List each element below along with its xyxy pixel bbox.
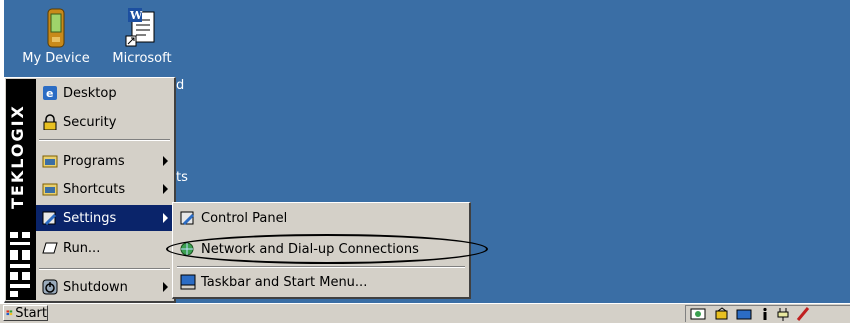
menu-item-label: Desktop <box>63 85 117 101</box>
pen-icon[interactable] <box>796 307 810 321</box>
submenu-arrow-icon <box>163 156 168 166</box>
submenu-item-taskbar-start-menu[interactable]: Taskbar and Start Menu... <box>173 269 469 295</box>
menu-item-label: Shortcuts <box>63 181 126 197</box>
control-panel-icon <box>179 209 197 227</box>
start-label: Start <box>15 305 47 321</box>
power-icon[interactable] <box>776 307 790 321</box>
highlight-ellipse <box>166 234 488 264</box>
battery-icon[interactable] <box>714 307 730 321</box>
menu-item-shortcuts[interactable]: Shortcuts <box>5 176 174 202</box>
submenu-item-label: Control Panel <box>201 210 288 226</box>
system-tray <box>685 305 850 322</box>
menu-item-label: Shutdown <box>63 279 128 295</box>
word-document-icon: W <box>125 8 155 47</box>
menu-separator <box>177 266 465 268</box>
microsoft-label: Microsoft <box>112 51 172 66</box>
menu-separator <box>39 268 170 270</box>
start-button[interactable]: Start <box>3 305 48 321</box>
windows-flag-icon <box>6 310 13 316</box>
network-tray-icon[interactable] <box>690 307 708 321</box>
submenu-item-control-panel[interactable]: Control Panel <box>173 205 469 231</box>
obscured-desktop-text: d <box>176 78 185 93</box>
menu-item-security[interactable]: Security <box>5 109 174 135</box>
desktop-icon: e <box>41 84 59 102</box>
taskbar-icon <box>179 273 197 291</box>
display-icon[interactable] <box>736 307 754 321</box>
submenu-arrow-icon <box>163 282 168 292</box>
microsoft-word-shortcut[interactable]: W Microsoft <box>102 8 182 66</box>
svg-text:W: W <box>129 9 143 22</box>
shutdown-icon <box>41 278 59 296</box>
menu-item-settings[interactable]: Settings <box>36 205 174 231</box>
settings-icon <box>41 209 59 227</box>
obscured-desktop-text: ts <box>176 170 188 185</box>
menu-separator <box>39 139 170 141</box>
taskbar: Start <box>0 303 850 323</box>
my-device-shortcut[interactable]: My Device <box>16 8 96 66</box>
submenu-arrow-icon <box>163 213 168 223</box>
run-icon <box>41 239 59 257</box>
svg-text:e: e <box>46 87 53 100</box>
lock-icon <box>41 113 59 131</box>
menu-item-desktop[interactable]: e Desktop <box>5 80 174 106</box>
info-icon[interactable] <box>760 307 770 321</box>
start-menu: TEKLOGIX e Desktop Security Programs Sho… <box>4 77 176 303</box>
menu-item-programs[interactable]: Programs <box>5 148 174 174</box>
menu-item-label: Settings <box>63 210 117 226</box>
menu-item-label: Security <box>63 114 117 130</box>
menu-item-run[interactable]: Run... <box>5 235 174 261</box>
menu-item-shutdown[interactable]: Shutdown <box>5 274 174 300</box>
pda-device-icon <box>47 8 65 48</box>
folder-icon <box>41 152 59 170</box>
menu-item-label: Run... <box>63 240 101 256</box>
my-device-label: My Device <box>22 51 90 66</box>
submenu-item-label: Taskbar and Start Menu... <box>201 274 368 290</box>
folder-icon <box>41 180 59 198</box>
menu-item-label: Programs <box>63 153 125 169</box>
submenu-arrow-icon <box>163 184 168 194</box>
